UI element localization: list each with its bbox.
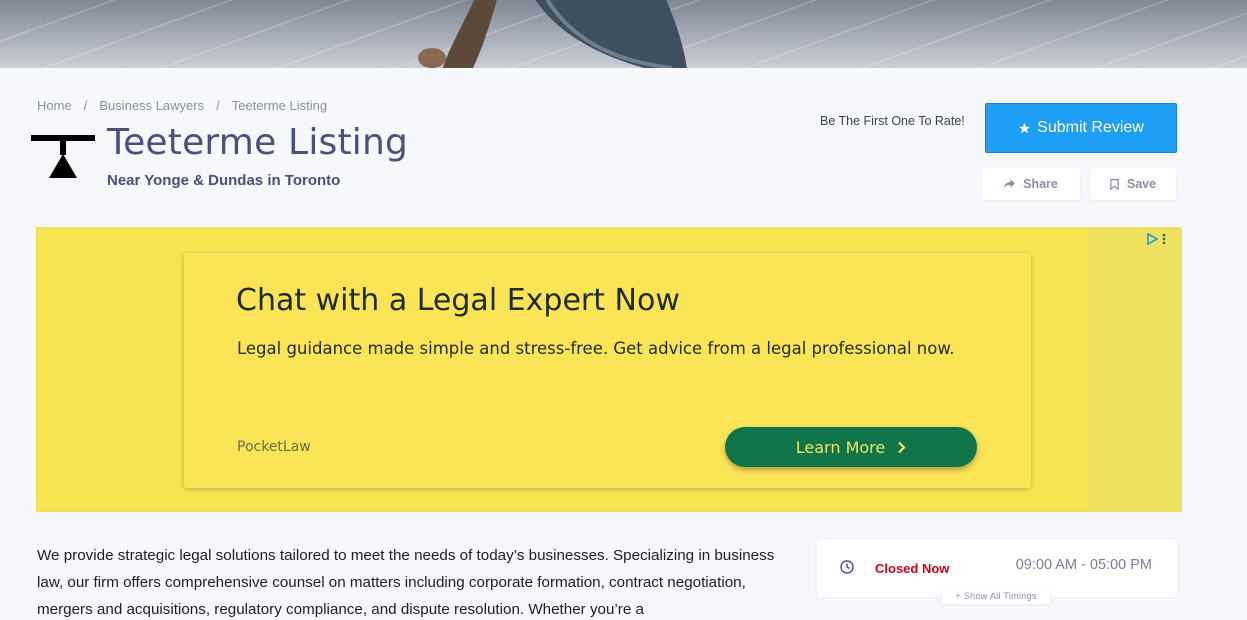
page-title: Teeterme Listing — [107, 122, 409, 163]
ad-headline[interactable]: Chat with a Legal Expert Now — [236, 283, 680, 318]
listing-description: We provide strategic legal solutions tai… — [37, 547, 775, 618]
breadcrumb-separator: / — [216, 98, 220, 113]
breadcrumb-business-lawyers[interactable]: Business Lawyers — [99, 98, 204, 113]
ad-brand: PocketLaw — [237, 439, 311, 455]
show-all-timings-label: Show All Timings — [963, 590, 1037, 601]
submit-review-button[interactable]: Submit Review — [985, 103, 1177, 153]
save-button[interactable]: Save — [1090, 168, 1176, 200]
opening-hours: 09:00 AM - 05:00 PM — [1015, 557, 1152, 573]
ad-body: Legal guidance made simple and stress-fr… — [237, 339, 955, 358]
breadcrumb-home[interactable]: Home — [37, 98, 72, 113]
listing-logo — [31, 135, 95, 178]
learn-more-label: Learn More — [795, 437, 886, 457]
clock-icon — [840, 560, 854, 574]
breadcrumb: Home / Business Lawyers / Teeterme Listi… — [37, 98, 327, 113]
ad-choices[interactable] — [1146, 233, 1166, 245]
star-icon — [1019, 122, 1031, 133]
bookmark-icon — [1110, 178, 1119, 190]
more-vert-icon[interactable] — [1162, 233, 1166, 245]
save-label: Save — [1126, 177, 1157, 191]
submit-review-label: Submit Review — [1037, 119, 1144, 136]
hero-image — [418, 0, 687, 68]
listing-location: Near Yonge & Dundas in Toronto — [107, 172, 341, 189]
learn-more-button[interactable]: Learn More — [725, 427, 977, 467]
breadcrumb-current: Teeterme Listing — [231, 98, 328, 113]
share-button[interactable]: Share — [982, 168, 1080, 200]
hero-banner — [0, 0, 1247, 68]
show-all-timings-button[interactable]: + Show All Timings — [942, 587, 1050, 604]
ad-side-panel — [1088, 229, 1180, 510]
ad-choices-icon[interactable] — [1146, 233, 1158, 245]
share-icon — [1004, 179, 1016, 189]
rate-prompt[interactable]: Be The First One To Rate! — [820, 114, 965, 128]
breadcrumb-separator: / — [83, 98, 88, 113]
open-status: Closed Now — [875, 561, 950, 576]
advertisement[interactable]: Chat with a Legal Expert Now Legal guida… — [36, 227, 1182, 512]
chevron-right-icon — [898, 441, 906, 453]
plus-icon: + — [955, 590, 961, 601]
ad-card[interactable]: Chat with a Legal Expert Now Legal guida… — [184, 253, 1031, 488]
share-label: Share — [1023, 177, 1058, 191]
